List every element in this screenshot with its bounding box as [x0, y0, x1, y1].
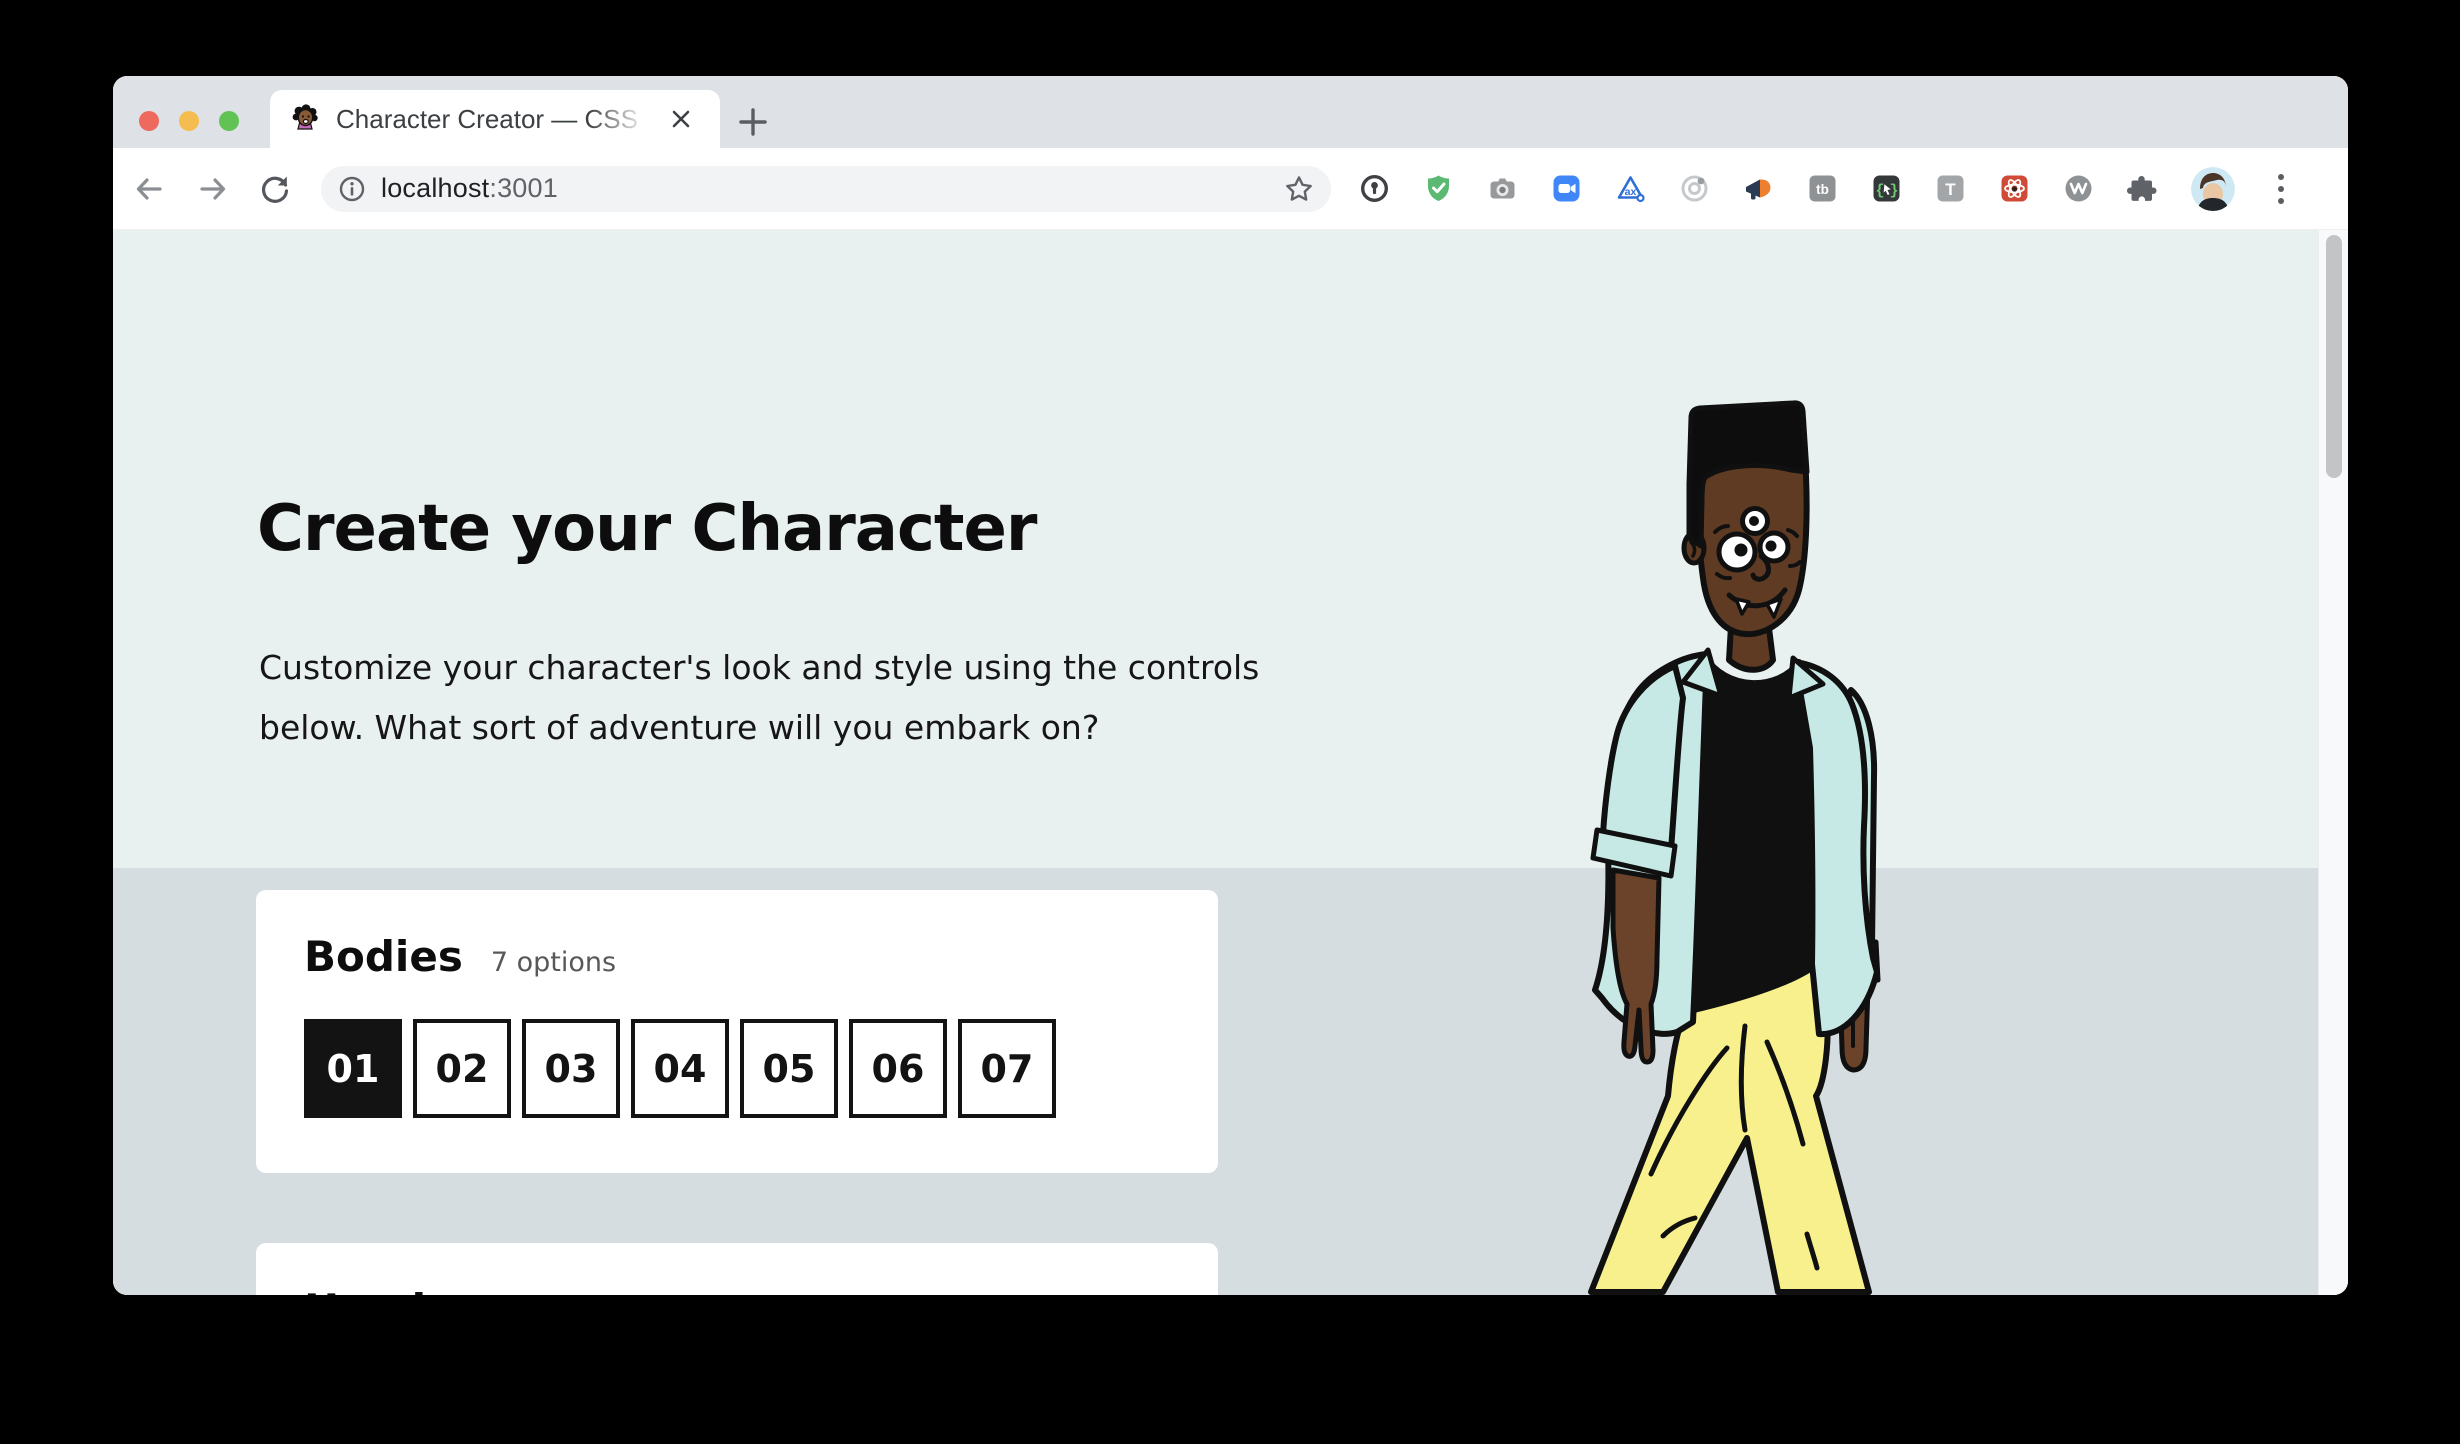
page-viewport: Create your Character Customize your cha…: [113, 230, 2348, 1295]
bodies-option-row: 01 02 03 04 05 06 07: [304, 1019, 1170, 1118]
bookmark-star-icon[interactable]: [1283, 173, 1315, 205]
heads-card-title: Heads: [304, 1285, 451, 1295]
body-option-04[interactable]: 04: [631, 1019, 729, 1118]
close-tab-icon[interactable]: [664, 102, 698, 136]
tab-strip: Character Creator — CSS for Ja: [113, 76, 2348, 148]
toby-extension-icon[interactable]: tb: [1807, 173, 1838, 204]
camera-extension-icon[interactable]: [1487, 173, 1518, 204]
subtitle-line-2: below. What sort of adventure will you e…: [259, 708, 1099, 747]
tab-title: Character Creator — CSS for Ja: [336, 104, 658, 135]
tab-favicon-icon: [290, 104, 320, 134]
subtitle-line-1: Customize your character's look and styl…: [259, 648, 1259, 687]
adguard-shield-extension-icon[interactable]: [1423, 173, 1454, 204]
bodies-card-title: Bodies: [304, 932, 463, 981]
profile-avatar[interactable]: [2191, 167, 2235, 211]
orbit-extension-icon[interactable]: [1679, 173, 1710, 204]
zoom-window-button[interactable]: [219, 111, 239, 131]
address-bar[interactable]: localhost:3001: [321, 166, 1331, 212]
heads-card: Heads: [256, 1243, 1218, 1295]
extensions-puzzle-icon[interactable]: [2127, 173, 2158, 204]
bodies-options-count: 7 options: [491, 947, 616, 978]
site-info-icon[interactable]: [337, 174, 367, 204]
browser-window: Character Creator — CSS for Ja: [113, 76, 2348, 1295]
back-arrow-icon: [131, 171, 167, 207]
new-tab-button[interactable]: [731, 100, 775, 144]
page-subtitle: Customize your character's look and styl…: [259, 638, 1259, 758]
svg-text:T: T: [1945, 180, 1956, 199]
browser-toolbar: localhost:3001: [113, 148, 2348, 230]
url-port: :3001: [489, 173, 558, 203]
url-host: localhost: [381, 173, 489, 203]
react-devtools-extension-icon[interactable]: [1999, 173, 2030, 204]
scrollbar-thumb[interactable]: [2326, 235, 2342, 478]
svg-text:tb: tb: [1816, 182, 1829, 197]
body-option-01[interactable]: 01: [304, 1019, 402, 1118]
reload-icon: [258, 172, 292, 206]
svg-text:ax: ax: [1625, 186, 1637, 198]
forward-arrow-icon: [195, 171, 231, 207]
svg-text:}: }: [1889, 183, 1898, 200]
reload-button[interactable]: [257, 171, 293, 207]
extensions-row: ax tb { }: [1359, 167, 2294, 211]
zoom-extension-icon[interactable]: [1551, 173, 1582, 204]
axe-accessibility-extension-icon[interactable]: ax: [1615, 173, 1646, 204]
body-option-02[interactable]: 02: [413, 1019, 511, 1118]
megaphone-extension-icon[interactable]: [1743, 173, 1774, 204]
browser-tab[interactable]: Character Creator — CSS for Ja: [270, 90, 720, 148]
kebab-menu-icon[interactable]: [2268, 171, 2294, 207]
body-option-06[interactable]: 06: [849, 1019, 947, 1118]
page-scrollbar[interactable]: [2318, 230, 2348, 1295]
code-cursor-extension-icon[interactable]: { }: [1871, 173, 1902, 204]
forward-button[interactable]: [195, 171, 231, 207]
character-illustration: [1555, 398, 1927, 1295]
body-option-05[interactable]: 05: [740, 1019, 838, 1118]
body-option-07[interactable]: 07: [958, 1019, 1056, 1118]
tampermonkey-extension-icon[interactable]: T: [1935, 173, 1966, 204]
onepassword-extension-icon[interactable]: [1359, 173, 1390, 204]
page-title: Create your Character: [257, 492, 1036, 566]
wave-w-extension-icon[interactable]: [2063, 173, 2094, 204]
minimize-window-button[interactable]: [179, 111, 199, 131]
close-window-button[interactable]: [139, 111, 159, 131]
bodies-card: Bodies 7 options 01 02 03 04 05 06 07: [256, 890, 1218, 1173]
url-text[interactable]: localhost:3001: [381, 173, 558, 204]
body-option-03[interactable]: 03: [522, 1019, 620, 1118]
back-button[interactable]: [131, 171, 167, 207]
